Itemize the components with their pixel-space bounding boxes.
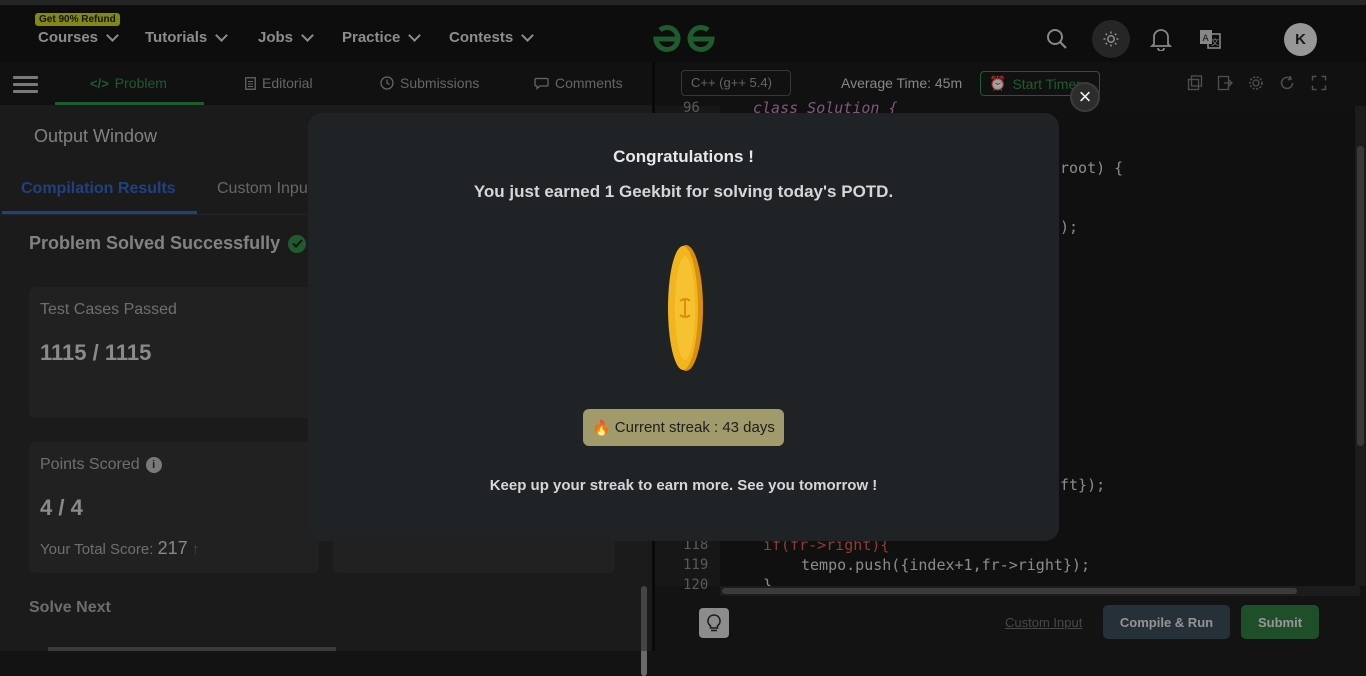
modal-footer-text: Keep up your streak to earn more. See yo… bbox=[489, 477, 878, 494]
streak-text: Current streak : 43 days bbox=[614, 419, 775, 436]
close-icon[interactable]: × bbox=[1070, 82, 1100, 112]
geekbit-modal: Congratulations ! You just earned 1 Geek… bbox=[308, 113, 1059, 541]
fire-icon: 🔥 bbox=[592, 419, 611, 437]
geekbit-coin-icon bbox=[668, 245, 703, 371]
modal-title: Congratulations ! bbox=[613, 147, 754, 166]
streak-badge: 🔥 Current streak : 43 days bbox=[583, 409, 784, 446]
modal-subtitle: You just earned 1 Geekbit for solving to… bbox=[473, 182, 894, 201]
